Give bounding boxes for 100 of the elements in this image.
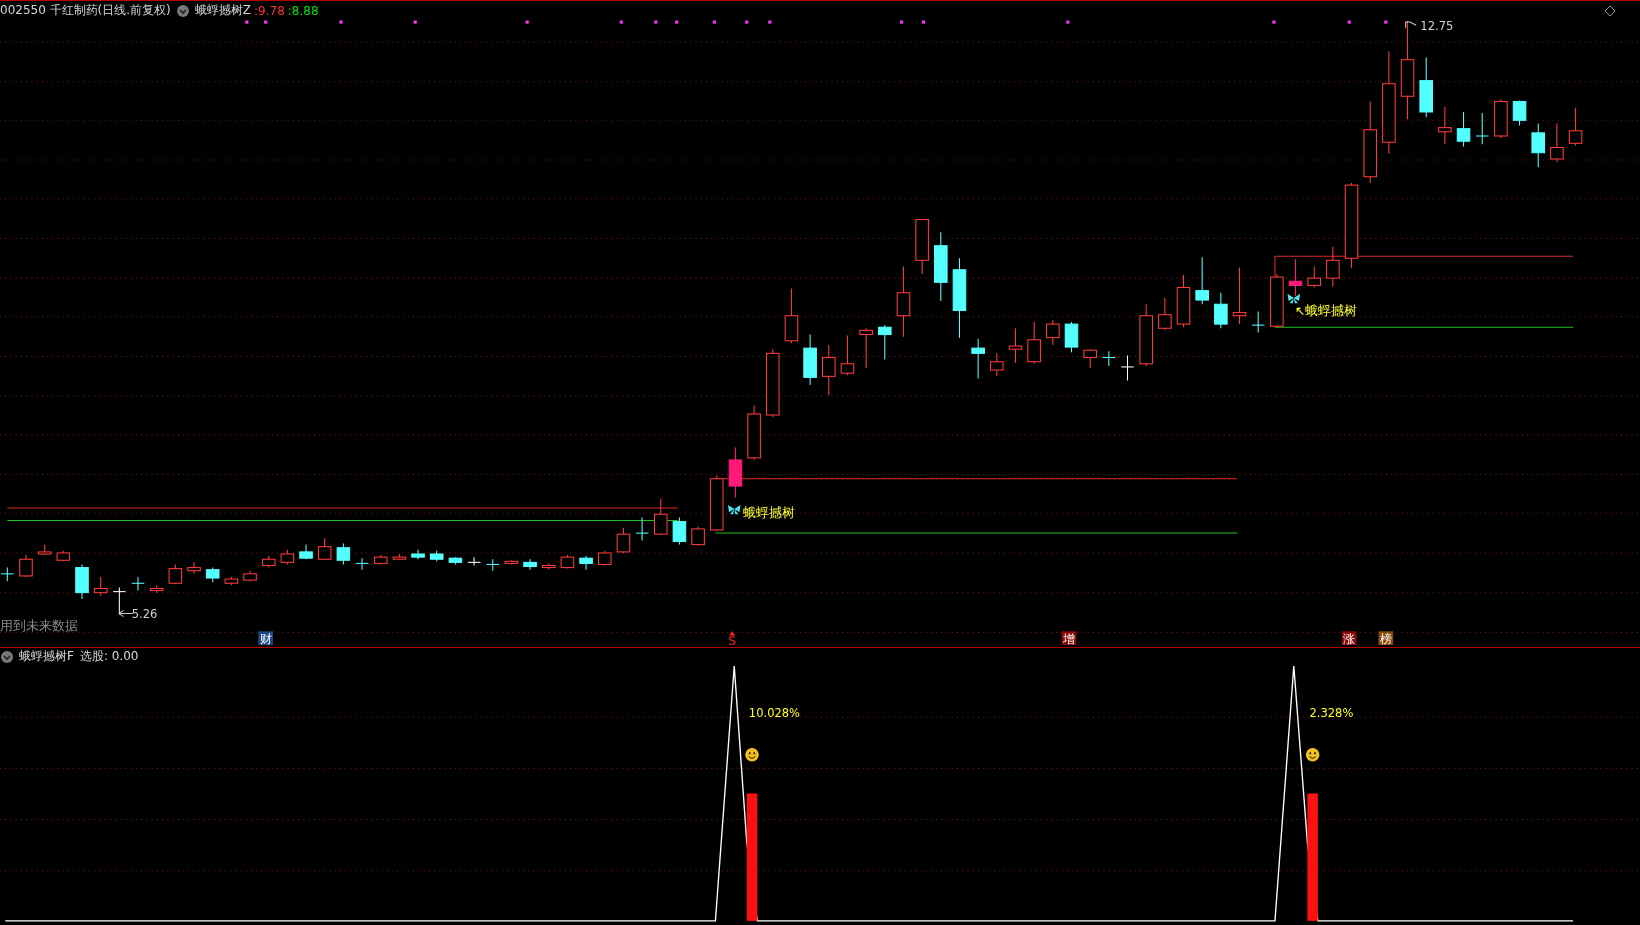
candlestick (75, 563, 89, 600)
candlestick (205, 567, 220, 583)
candlestick (504, 559, 519, 565)
candlestick (1307, 266, 1321, 289)
candlestick (1494, 98, 1508, 139)
candlestick (1438, 106, 1452, 145)
candlestick (859, 327, 873, 369)
candlestick (691, 526, 705, 547)
candlestick (355, 557, 369, 571)
candlestick (1139, 303, 1153, 367)
candlestick (728, 446, 743, 499)
candlestick (187, 561, 201, 575)
high-price-label: 12.75 (1420, 20, 1454, 34)
candlestick (840, 335, 855, 376)
candlestick (560, 554, 575, 570)
candlestick (37, 544, 52, 556)
indicator-reading: 选股: 0.00 (79, 648, 139, 665)
candlestick (56, 550, 71, 562)
candlestick (429, 550, 444, 562)
signal-label: 蛾蜉撼树 (742, 505, 795, 521)
candlestick (1232, 267, 1247, 325)
event-marker[interactable]: 涨 (1341, 631, 1357, 646)
candlestick (616, 527, 631, 554)
candlestick (93, 576, 108, 597)
candlestick (1046, 319, 1060, 346)
candlestick (765, 348, 780, 418)
candlestick (990, 352, 1004, 377)
candlestick (467, 556, 481, 566)
smiley-icon (1305, 748, 1320, 762)
candlestick (168, 563, 183, 585)
candlestick (672, 516, 687, 546)
candlestick (1008, 327, 1023, 364)
candlestick (1027, 321, 1041, 365)
indicator-value: :8.88 (287, 3, 319, 18)
security-title: 002550 千红制药(日线.前复权) (0, 2, 171, 19)
candlestick (971, 338, 985, 379)
candlestick (915, 219, 929, 275)
candlestick (317, 537, 332, 561)
candlestick (1326, 246, 1340, 287)
candlestick (1251, 311, 1265, 333)
candlestick (934, 231, 948, 302)
candlestick (1419, 57, 1433, 118)
candlestick (336, 543, 351, 565)
candlestick (1512, 99, 1527, 127)
leader-line (118, 609, 134, 618)
candlestick (1270, 273, 1284, 328)
candlestick (411, 549, 425, 560)
candlestick (1083, 348, 1097, 369)
butterfly-icon (1287, 293, 1301, 304)
candlestick (392, 553, 407, 561)
event-marker[interactable]: 财 (258, 631, 273, 646)
candlestick (19, 554, 33, 578)
candlestick (653, 498, 668, 536)
candlestick (709, 475, 724, 532)
butterfly-icon (727, 504, 741, 515)
smiley-icon (745, 748, 759, 762)
signal-label: ↖蛾蜉撼树 (1294, 302, 1358, 318)
candlestick (280, 549, 295, 565)
diamond-icon[interactable] (1604, 4, 1616, 17)
warning-note: 用到未来数据 (0, 618, 79, 634)
candlestick (224, 576, 239, 586)
candlestick (1550, 122, 1564, 163)
candlestick (373, 554, 388, 565)
indicator-name: 蛾蜉撼树F (19, 648, 74, 665)
indicator-name: 蛾蜉撼树Z (194, 2, 252, 19)
candlestick (1288, 258, 1303, 297)
percent-label: 10.028% (748, 706, 801, 721)
dropdown-icon[interactable] (1, 650, 13, 663)
candlestick (784, 288, 799, 344)
candlestick (1531, 122, 1546, 168)
percent-label: 2.328% (1309, 706, 1354, 721)
candlestick (1064, 321, 1079, 353)
candlestick (1456, 111, 1471, 147)
candlestick (261, 555, 276, 569)
candlestick (747, 405, 761, 461)
candlestick (112, 586, 127, 616)
candlestick (1568, 107, 1583, 146)
low-price-label: 5.26 (131, 606, 158, 621)
candlestick (485, 558, 500, 572)
indicator-value: :9.78 (254, 3, 285, 18)
candlestick (299, 544, 313, 560)
candlestick (896, 266, 911, 338)
candlestick (523, 558, 537, 571)
candlestick (878, 324, 892, 361)
candlestick (803, 334, 817, 386)
candlestick (541, 562, 556, 571)
dropdown-icon[interactable] (176, 4, 189, 17)
candlestick (1475, 112, 1490, 145)
candlestick (1120, 354, 1135, 382)
event-marker[interactable]: 增 (1061, 631, 1077, 646)
event-marker[interactable]: 榜 (1378, 631, 1394, 646)
candlestick (448, 556, 463, 565)
candlestick (131, 576, 145, 592)
candlestick (1195, 256, 1209, 305)
candlestick (149, 584, 164, 594)
candlestick (1214, 292, 1228, 329)
candlestick (597, 550, 612, 566)
leader-line (1405, 21, 1417, 29)
candlestick (243, 570, 257, 582)
candlestick (1158, 297, 1172, 331)
